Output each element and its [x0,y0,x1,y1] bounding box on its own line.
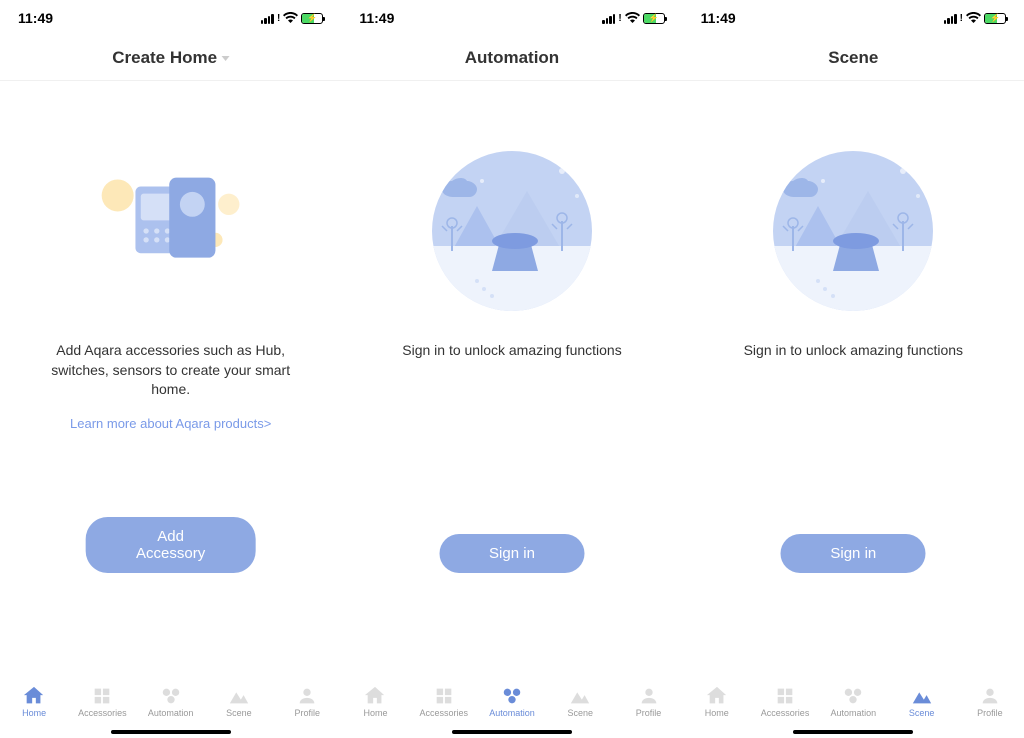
tab-automation[interactable]: Automation [478,686,546,718]
signin-button[interactable]: Sign in [439,534,584,573]
tab-profile[interactable]: Profile [956,686,1024,718]
content-area: Add Aqara accessories such as Hub, switc… [0,81,341,738]
tab-label: Scene [567,708,593,718]
tab-label: Accessories [419,708,468,718]
tab-home[interactable]: Home [341,686,409,718]
header-title: Create Home [112,48,217,68]
tab-home[interactable]: Home [0,686,68,718]
wifi-icon [283,12,298,24]
home-icon [706,686,728,706]
battery-icon: ⚡ [643,13,665,24]
accessories-icon [433,686,455,706]
signal-icon: ! [944,13,963,24]
status-bar: 11:49 ! ⚡ [341,0,682,36]
accessories-icon [91,686,113,706]
home-indicator [452,730,572,734]
scene-icon [569,686,591,706]
screen-home: 11:49 ! ⚡ Create Home [0,0,341,738]
status-time: 11:49 [701,10,736,26]
tab-profile[interactable]: Profile [273,686,341,718]
header-bar: Automation [341,36,682,81]
signal-icon: ! [261,13,280,24]
wifi-icon [625,12,640,24]
status-icons: ! ⚡ [944,12,1006,24]
tab-scene[interactable]: Scene [546,686,614,718]
status-bar: 11:49 ! ⚡ [683,0,1024,36]
tab-label: Profile [977,708,1003,718]
automation-icon [842,686,864,706]
tab-scene[interactable]: Scene [205,686,273,718]
content-area: Sign in to unlock amazing functions [341,81,682,738]
signal-icon: ! [602,13,621,24]
scene-icon [228,686,250,706]
home-indicator [793,730,913,734]
tab-label: Scene [909,708,935,718]
tab-label: Automation [831,708,877,718]
status-time: 11:49 [18,10,53,26]
content-area: Sign in to unlock amazing functions [683,81,1024,738]
home-indicator [111,730,231,734]
home-message: Add Aqara accessories such as Hub, switc… [0,341,341,400]
accessories-icon [774,686,796,706]
tab-label: Automation [489,708,535,718]
landscape-illustration [422,141,602,321]
learn-more-link[interactable]: Learn more about Aqara products> [70,416,271,431]
tab-bar: Home Accessories Automation Scene Profil… [341,680,682,738]
profile-icon [979,686,1001,706]
tab-profile[interactable]: Profile [614,686,682,718]
header-title: Automation [465,48,559,68]
tab-automation[interactable]: Automation [137,686,205,718]
signin-button[interactable]: Sign in [781,534,926,573]
tab-bar: Home Accessories Automation Scene Profil… [0,680,341,738]
profile-icon [296,686,318,706]
landscape-illustration [763,141,943,321]
tab-home[interactable]: Home [683,686,751,718]
tab-label: Home [363,708,387,718]
tab-bar: Home Accessories Automation Scene Profil… [683,680,1024,738]
status-icons: ! ⚡ [261,12,323,24]
automation-icon [501,686,523,706]
home-icon [364,686,386,706]
tab-label: Profile [636,708,662,718]
tab-label: Scene [226,708,252,718]
tab-label: Home [22,708,46,718]
automation-icon [160,686,182,706]
header-bar: Scene [683,36,1024,81]
tab-accessories[interactable]: Accessories [751,686,819,718]
chevron-down-icon [221,56,229,61]
tab-label: Accessories [78,708,127,718]
header-title: Scene [828,48,878,68]
status-time: 11:49 [359,10,394,26]
add-accessory-button[interactable]: Add Accessory [85,517,256,573]
tab-label: Home [705,708,729,718]
create-home-dropdown[interactable]: Create Home [112,48,229,68]
header-bar: Create Home [0,36,341,81]
automation-message: Sign in to unlock amazing functions [362,341,661,361]
tab-label: Accessories [761,708,810,718]
profile-icon [638,686,660,706]
devices-illustration [81,141,261,321]
tab-label: Automation [148,708,194,718]
screen-automation: 11:49 ! ⚡ Automation [341,0,682,738]
tab-accessories[interactable]: Accessories [68,686,136,718]
tab-accessories[interactable]: Accessories [410,686,478,718]
scene-icon [911,686,933,706]
tab-scene[interactable]: Scene [887,686,955,718]
tab-label: Profile [294,708,320,718]
status-bar: 11:49 ! ⚡ [0,0,341,36]
home-icon [23,686,45,706]
wifi-icon [966,12,981,24]
battery-icon: ⚡ [301,13,323,24]
screen-scene: 11:49 ! ⚡ Scene [683,0,1024,738]
status-icons: ! ⚡ [602,12,664,24]
tab-automation[interactable]: Automation [819,686,887,718]
scene-message: Sign in to unlock amazing functions [704,341,1003,361]
battery-icon: ⚡ [984,13,1006,24]
